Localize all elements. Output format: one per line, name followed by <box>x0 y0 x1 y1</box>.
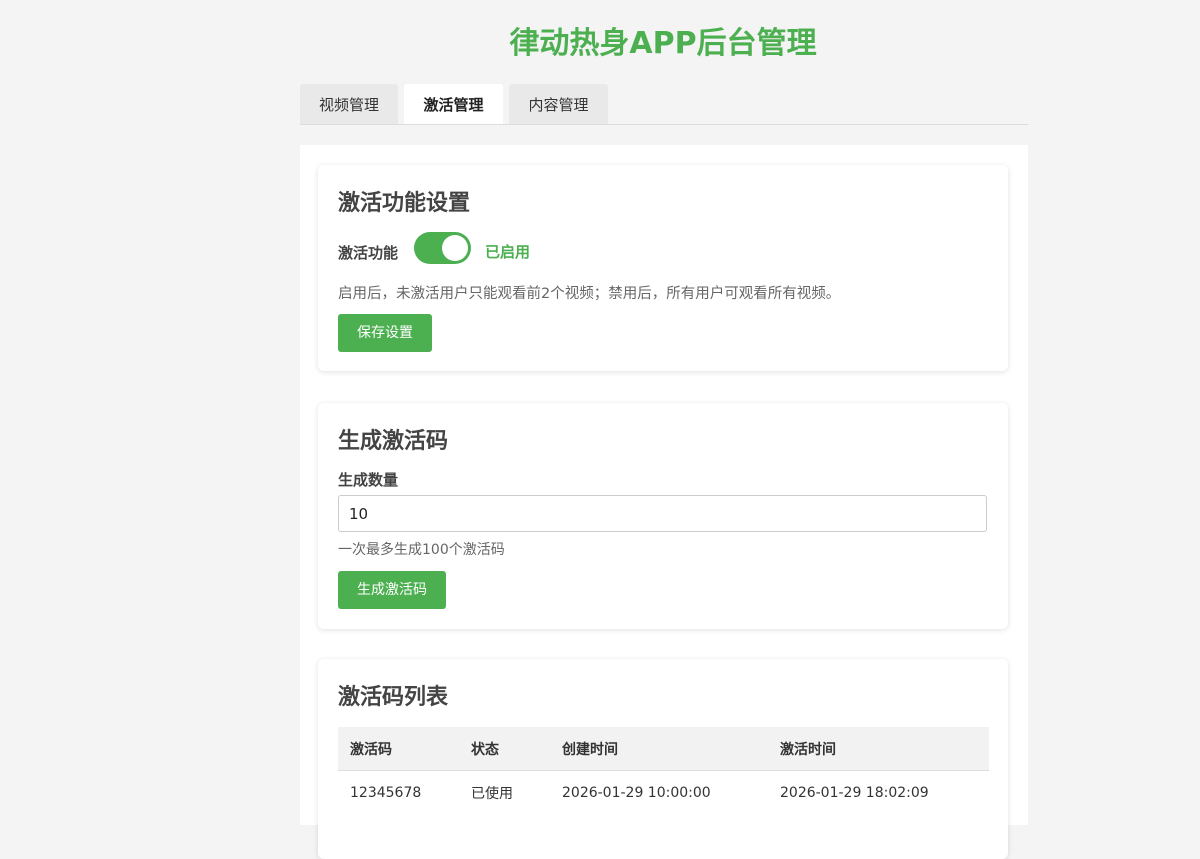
activation-status-text: 已启用 <box>485 243 531 261</box>
main-panel: 激活功能设置 激活功能 已启用 启用后，未激活用户只能观看前2个视频；禁用后，所… <box>300 145 1028 859</box>
tab-bar: 视频管理 激活管理 内容管理 <box>300 84 1028 125</box>
code-list-title: 激活码列表 <box>338 685 449 710</box>
tab-content-management[interactable]: 内容管理 <box>509 84 608 124</box>
tab-video-management[interactable]: 视频管理 <box>300 84 398 124</box>
column-header-activated: 激活时间 <box>768 727 989 771</box>
column-header-status: 状态 <box>459 727 550 771</box>
created-time-cell: 2026-01-29 10:00:00 <box>562 785 711 801</box>
quantity-input[interactable] <box>338 495 987 532</box>
generate-codes-card: 生成激活码 生成数量 一次最多生成100个激活码 生成激活码 <box>318 403 1008 629</box>
activation-settings-title: 激活功能设置 <box>338 191 471 216</box>
quantity-label: 生成数量 <box>338 471 399 489</box>
codes-table: 激活码 状态 创建时间 激活时间 12345678 已使用 2026-01-29… <box>338 727 989 815</box>
code-list-card: 激活码列表 激活码 状态 创建时间 激活时间 12345678 已使用 2026… <box>318 659 1008 859</box>
activated-time-cell: 2026-01-29 18:02:09 <box>780 785 929 801</box>
table-row: 12345678 已使用 2026-01-29 10:00:00 2026-01… <box>338 771 989 816</box>
save-settings-button[interactable]: 保存设置 <box>338 314 432 352</box>
activation-description: 启用后，未激活用户只能观看前2个视频；禁用后，所有用户可观看所有视频。 <box>338 286 841 302</box>
quantity-hint: 一次最多生成100个激活码 <box>338 542 505 558</box>
activation-settings-card: 激活功能设置 激活功能 已启用 启用后，未激活用户只能观看前2个视频；禁用后，所… <box>318 165 1008 371</box>
column-header-code: 激活码 <box>338 727 459 771</box>
tab-activation-management[interactable]: 激活管理 <box>404 84 503 124</box>
status-cell: 已使用 <box>471 786 513 802</box>
code-cell: 12345678 <box>350 785 422 801</box>
toggle-knob <box>442 235 468 261</box>
activation-toggle-label: 激活功能 <box>338 244 399 262</box>
table-header-row: 激活码 状态 创建时间 激活时间 <box>338 727 989 771</box>
generate-codes-button[interactable]: 生成激活码 <box>338 571 446 609</box>
generate-codes-title: 生成激活码 <box>338 429 449 454</box>
column-header-created: 创建时间 <box>550 727 768 771</box>
activation-toggle[interactable] <box>414 232 471 264</box>
app-title: 律动热身APP后台管理 <box>509 26 817 61</box>
